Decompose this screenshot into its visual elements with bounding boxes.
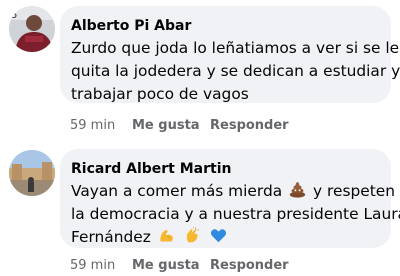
reply-button[interactable]: Responder <box>210 118 289 133</box>
avatar[interactable] <box>9 150 55 196</box>
clapping-hands-emoji-icon <box>186 227 199 243</box>
comment-timestamp[interactable]: 59 min <box>70 258 115 273</box>
like-button[interactable]: Me gusta <box>132 258 200 273</box>
comment-timestamp[interactable]: 59 min <box>70 118 115 133</box>
comment-line: Zurdo que joda lo leñatiamos a ver si se… <box>71 39 400 57</box>
like-button[interactable]: Me gusta <box>132 118 200 133</box>
svg-text:5: 5 <box>11 10 17 21</box>
avatar[interactable]: 5 <box>9 6 55 52</box>
comment-line: Vayan a comer más mierda y respeten <box>71 180 395 203</box>
comment-bubble: Ricard Albert Martin Vayan a comer más m… <box>60 149 400 249</box>
comment-bubble: Alberto Pi Abar Zurdo que joda lo leñati… <box>60 6 400 106</box>
blue-heart-emoji-icon <box>210 229 226 243</box>
comment-line: trabajar poco de vagos <box>71 85 249 103</box>
comment-line: quita la jodedera y se dedican a estudia… <box>71 62 400 80</box>
comment-text-segment: y respeten <box>312 182 395 200</box>
comment-author[interactable]: Ricard Albert Martin <box>71 161 232 177</box>
comment-line: Fernández <box>71 226 386 249</box>
comment-line: la democracia y a nuestra presidente Lau… <box>71 205 400 223</box>
profile-photo-icon <box>9 150 55 196</box>
reply-button[interactable]: Responder <box>210 258 289 273</box>
profile-photo-icon: 5 <box>9 6 55 52</box>
comment-text-segment: Fernández <box>71 228 151 246</box>
comment-author[interactable]: Alberto Pi Abar <box>71 18 191 34</box>
flexed-biceps-emoji-icon <box>160 230 173 242</box>
comment-text: Vayan a comer más mierda y respeten la d… <box>71 180 400 249</box>
poop-emoji-icon <box>289 181 306 198</box>
comment-text: Zurdo que joda lo leñatiamos a ver si se… <box>71 37 400 106</box>
comment-text-segment: Vayan a comer más mierda <box>71 182 283 200</box>
